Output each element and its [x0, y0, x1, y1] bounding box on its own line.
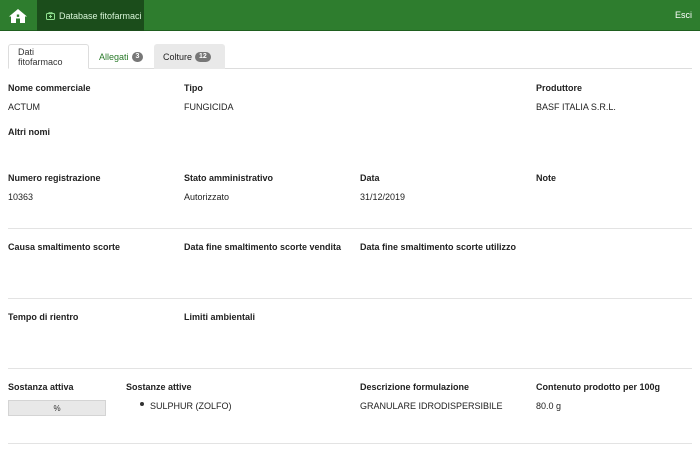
top-navbar: Database fitofarmaci Esci	[0, 0, 700, 31]
label-nome-commerciale: Nome commerciale	[8, 83, 91, 93]
divider	[8, 368, 692, 369]
tab-bar: Dati fitofarmaco Allegati 3 Colture 12	[8, 44, 692, 69]
tab-dati-fitofarmaco[interactable]: Dati fitofarmaco	[8, 44, 89, 69]
label-descrizione-formulazione: Descrizione formulazione	[360, 382, 470, 392]
tab-label: Dati fitofarmaco	[18, 46, 63, 67]
count-badge: 12	[195, 51, 211, 62]
value-descrizione-formulazione: GRANULARE IDRODISPERSIBILE	[360, 401, 503, 411]
tab-label: Colture	[163, 51, 193, 62]
label-numero-registrazione: Numero registrazione	[8, 173, 101, 183]
label-tipo: Tipo	[184, 83, 203, 93]
list-bullet	[140, 402, 144, 406]
label-note: Note	[536, 173, 556, 183]
label-sostanza-attiva: Sostanza attiva	[8, 382, 74, 392]
label-stato-amministrativo: Stato amministrativo	[184, 173, 274, 183]
value-produttore: BASF ITALIA S.R.L.	[536, 102, 616, 112]
label-altri-nomi: Altri nomi	[8, 127, 50, 137]
count-badge: 3	[131, 51, 144, 62]
label-sostanze-attive: Sostanze attive	[126, 382, 192, 392]
tab-colture[interactable]: Colture 12	[154, 44, 225, 69]
nav-database-label: Database fitofarmaci	[59, 10, 142, 21]
home-icon	[9, 8, 27, 23]
value-data: 31/12/2019	[360, 192, 406, 202]
label-data-fine-vendita: Data fine smaltimento scorte vendita	[184, 242, 342, 252]
value-numero-registrazione: 10363	[8, 192, 34, 202]
tab-label: Allegati	[99, 51, 129, 62]
label-contenuto-prodotto: Contenuto prodotto per 100g	[536, 382, 660, 392]
label-data-fine-utilizzo: Data fine smaltimento scorte utilizzo	[360, 242, 517, 252]
medkit-icon	[46, 11, 55, 20]
value-nome-commerciale: ACTUM	[8, 102, 40, 112]
label-tempo-rientro: Tempo di rientro	[8, 312, 79, 322]
divider	[8, 228, 692, 229]
list-item-sostanza: SULPHUR (ZOLFO)	[150, 401, 232, 411]
label-limiti-ambientali: Limiti ambientali	[184, 312, 256, 322]
sostanza-attiva-percent: %	[8, 400, 106, 416]
divider	[8, 443, 692, 444]
exit-link[interactable]: Esci	[675, 0, 692, 31]
value-contenuto-prodotto: 80.0 g	[536, 401, 562, 411]
label-produttore: Produttore	[536, 83, 582, 93]
divider	[8, 298, 692, 299]
value-tipo: FUNGICIDA	[184, 102, 234, 112]
label-causa-smaltimento: Causa smaltimento scorte	[8, 242, 121, 252]
tab-allegati[interactable]: Allegati 3	[90, 44, 150, 69]
value-stato-amministrativo: Autorizzato	[184, 192, 230, 202]
label-data: Data	[360, 173, 380, 183]
home-button[interactable]	[0, 0, 36, 31]
nav-database-fitofarmaci[interactable]: Database fitofarmaci	[37, 0, 144, 31]
